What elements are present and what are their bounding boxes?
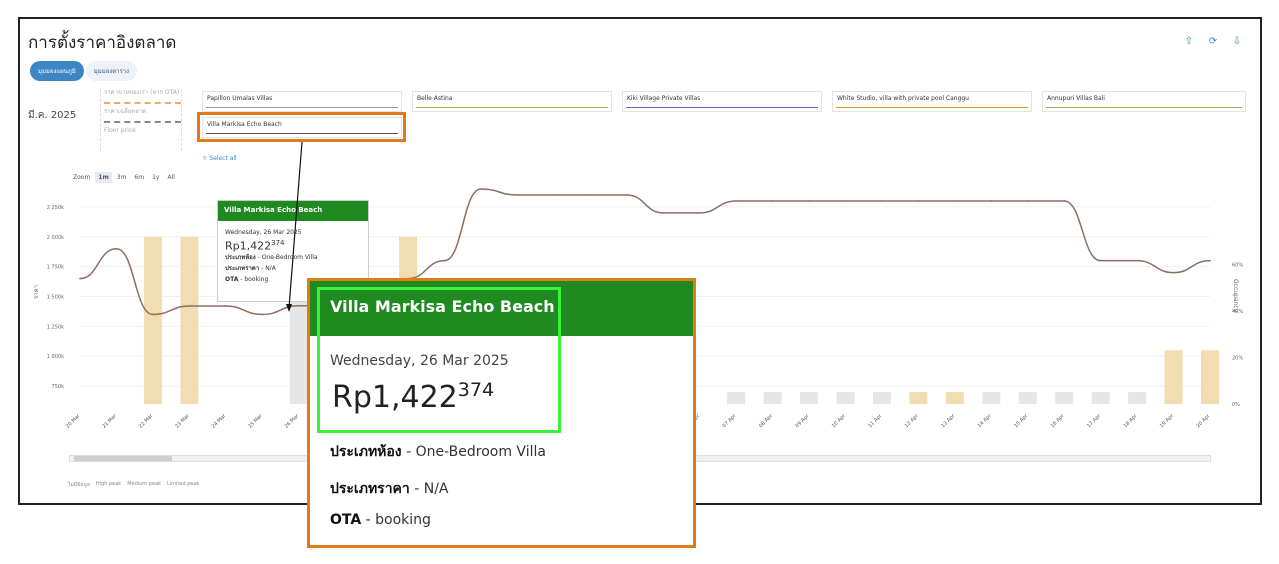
zoomed-rate-type: ประเภทราคา - N/A bbox=[330, 481, 449, 497]
highlight-price-area bbox=[317, 287, 561, 433]
zoomed-ota: OTA - booking bbox=[330, 512, 431, 528]
callout-arrow bbox=[288, 141, 303, 309]
zoomed-room-type-label: ประเภทห้อง bbox=[330, 444, 402, 460]
zoomed-rate-type-value: N/A bbox=[423, 481, 449, 497]
zoomed-room-type: ประเภทห้อง - One-Bedroom Villa bbox=[330, 444, 546, 460]
zoomed-rate-type-label: ประเภทราคา bbox=[330, 481, 410, 497]
zoomed-room-type-value: One-Bedroom Villa bbox=[415, 444, 546, 460]
zoomed-ota-value: booking bbox=[375, 512, 431, 528]
zoomed-ota-label: OTA bbox=[330, 512, 362, 528]
callout-arrow-head bbox=[286, 304, 292, 312]
